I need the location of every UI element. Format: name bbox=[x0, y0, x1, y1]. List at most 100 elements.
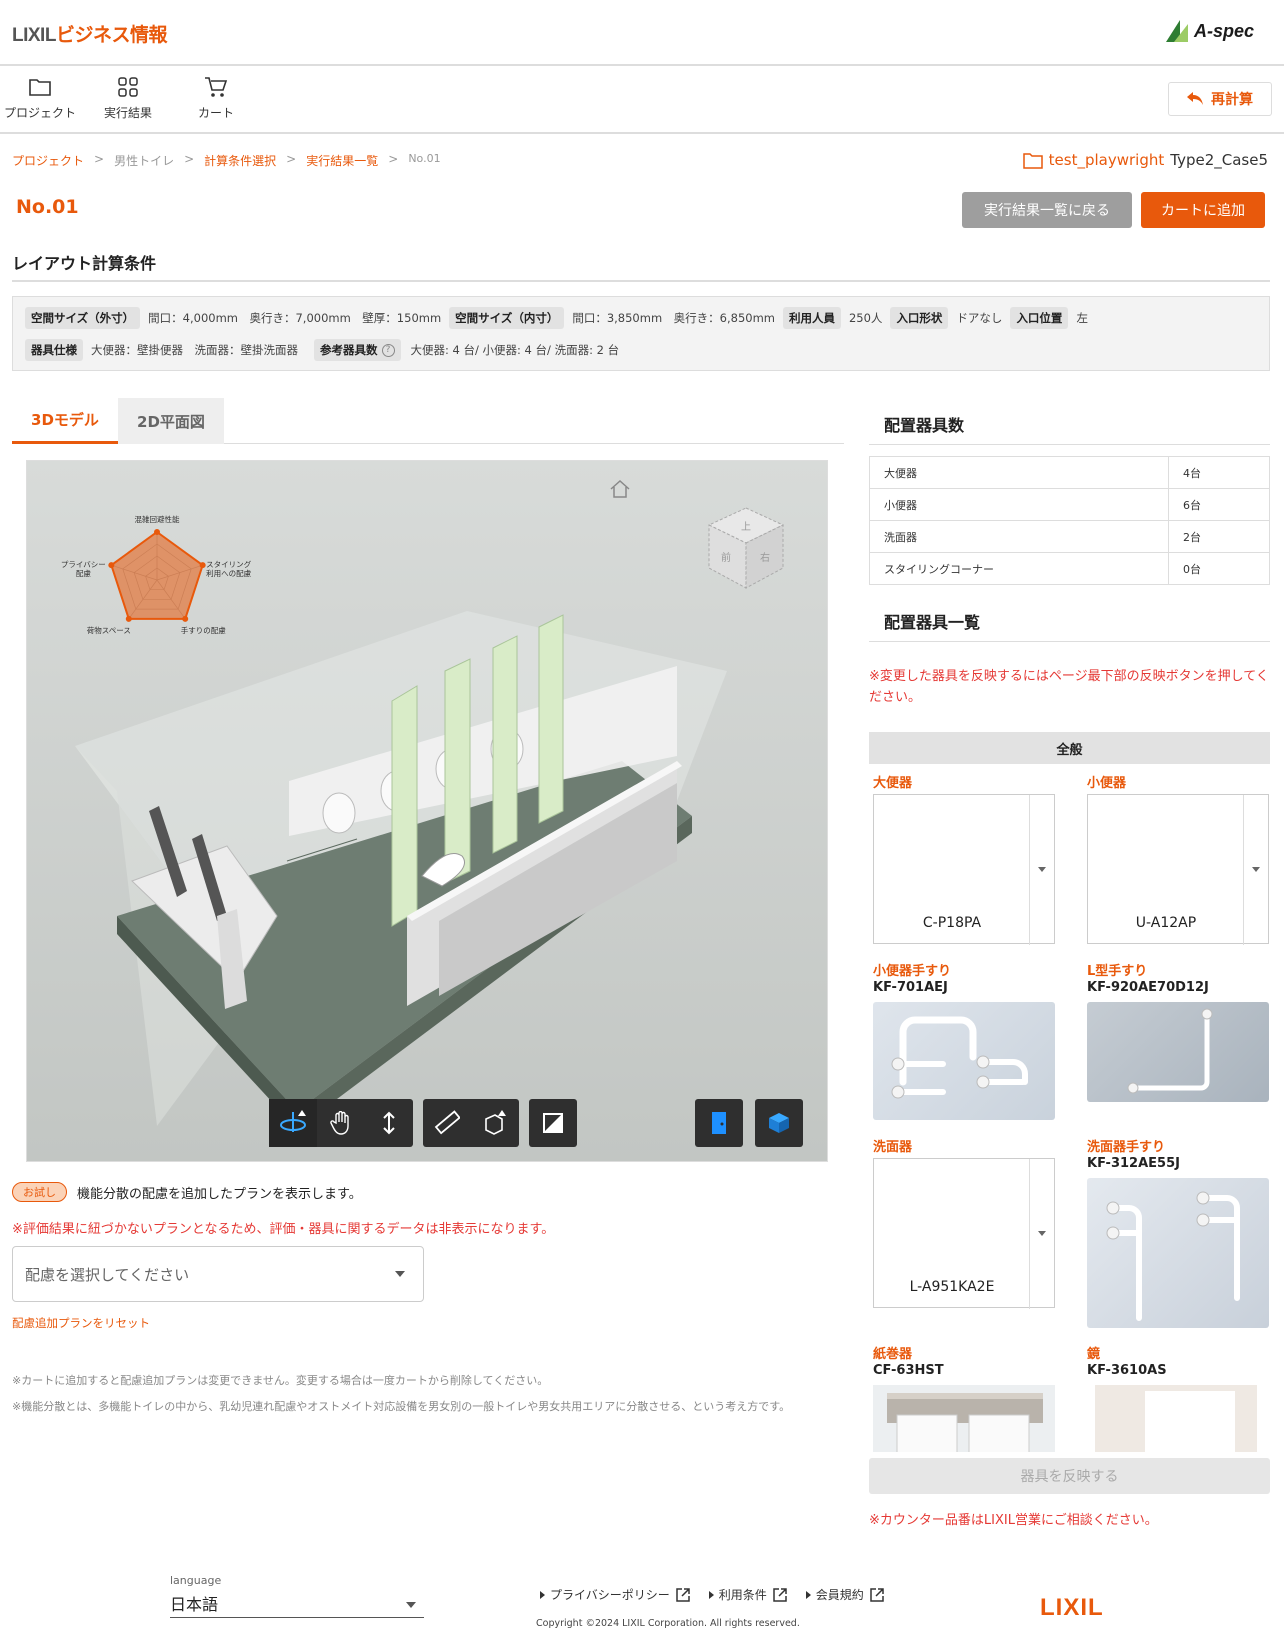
chevron-down-icon bbox=[395, 1271, 405, 1277]
counter-note: ※カウンター品番はLIXIL営業にご相談ください。 bbox=[869, 1513, 1158, 1528]
back-to-results-button[interactable]: 実行結果一覧に戻る bbox=[962, 192, 1132, 228]
help-icon[interactable]: ? bbox=[381, 343, 395, 357]
door-icon bbox=[712, 1112, 726, 1134]
toolbar-project-label: プロジェクト bbox=[4, 106, 77, 120]
table-row: 大便器 4台 bbox=[869, 456, 1270, 489]
radar-label: 混雑回避性能 bbox=[135, 514, 180, 524]
home-icon[interactable] bbox=[609, 479, 631, 499]
paper-holder-image[interactable] bbox=[873, 1385, 1055, 1452]
view-cube[interactable]: 上 前 右 bbox=[701, 503, 791, 593]
fixture-card-list[interactable]: 大便器 C-P18PA 小便器 U-A12AP 小便器手すり KF-701AEJ… bbox=[869, 770, 1270, 1452]
breadcrumb-project[interactable]: プロジェクト bbox=[12, 152, 84, 169]
fixture-count: 6台 bbox=[1168, 488, 1270, 521]
cube-face-right[interactable]: 右 bbox=[760, 551, 770, 564]
breadcrumb-sep: > bbox=[94, 152, 105, 166]
l-handrail-image[interactable] bbox=[1087, 1002, 1269, 1102]
language-selector[interactable]: language 日本語 bbox=[170, 1574, 424, 1618]
project-case: Type2_Case5 bbox=[1170, 151, 1268, 169]
brand-logo[interactable]: LIXILビジネス情報 bbox=[12, 20, 167, 47]
fixture-list-divider bbox=[869, 641, 1270, 642]
category-header: 全般 bbox=[869, 732, 1270, 764]
fullscreen-toolbar bbox=[529, 1099, 577, 1147]
tab-2d-plan[interactable]: 2D平面図 bbox=[118, 398, 224, 444]
orbit-button[interactable] bbox=[269, 1099, 317, 1147]
table-row: スタイリングコーナー 0台 bbox=[869, 552, 1270, 585]
fixture-count-divider bbox=[869, 444, 1270, 445]
urinal-partition bbox=[444, 658, 471, 884]
external-link-icon bbox=[773, 1587, 787, 1602]
trial-badge: お試し bbox=[12, 1182, 67, 1202]
pan-button[interactable] bbox=[317, 1099, 365, 1147]
ref-count-chip: 参考器具数 ? bbox=[314, 339, 401, 361]
ref-count-label: 参考器具数 bbox=[320, 343, 378, 357]
breadcrumb-conditions[interactable]: 計算条件選択 bbox=[204, 152, 276, 169]
terms-link[interactable]: 利用条件 bbox=[708, 1586, 788, 1603]
chevron-down-icon bbox=[1038, 1231, 1046, 1236]
users-chip: 利用人員 bbox=[782, 307, 841, 329]
urinal-select[interactable]: U-A12AP bbox=[1087, 794, 1269, 945]
footer-lixil-logo[interactable]: LIXIL bbox=[1040, 1594, 1104, 1622]
3d-viewer[interactable]: 混雑回避性能 スタイリング利用への配慮 手すりの配慮 荷物スペース プライバシー配慮 上… bbox=[26, 460, 828, 1162]
add-to-cart-button[interactable]: カートに追加 bbox=[1141, 192, 1265, 228]
fixture-name: 大便器 bbox=[869, 456, 1169, 489]
breadcrumb-sep: > bbox=[286, 152, 297, 166]
mirror-image[interactable] bbox=[1095, 1385, 1257, 1452]
fixture-label-l-handrail: L型手すり bbox=[1087, 964, 1148, 979]
urinal bbox=[322, 792, 356, 834]
cube-face-front[interactable]: 前 bbox=[721, 551, 731, 564]
fullscreen-button[interactable] bbox=[529, 1099, 577, 1147]
cube-face-top[interactable]: 上 bbox=[741, 521, 751, 533]
recalculate-button[interactable]: 再計算 bbox=[1168, 82, 1272, 116]
toolbar-results-button[interactable]: 実行結果 bbox=[96, 76, 160, 121]
grid-icon bbox=[118, 77, 138, 97]
trial-row: お試し 機能分散の配慮を追加したプランを表示します。 bbox=[12, 1182, 362, 1202]
basin-handrail-image[interactable] bbox=[1087, 1178, 1269, 1328]
fixture-label-basin: 洗面器 bbox=[873, 1140, 913, 1155]
fixture-label-mirror: 鏡 bbox=[1087, 1347, 1101, 1362]
caret-right-icon bbox=[805, 1590, 811, 1599]
radar-label: 荷物スペース bbox=[87, 625, 131, 635]
folder-icon bbox=[29, 79, 51, 96]
tab-3d-model[interactable]: 3Dモデル bbox=[12, 398, 118, 444]
outer-size-value: 間口：4,000mm 奥行き：7,000mm 壁厚：150mm bbox=[148, 311, 442, 325]
consideration-select[interactable]: 配慮を選択してください bbox=[12, 1246, 424, 1302]
toilet-value: C-P18PA bbox=[922, 915, 982, 931]
project-indicator: test_playwright Type2_Case5 bbox=[1022, 151, 1268, 169]
radar-label: 手すりの配慮 bbox=[181, 625, 226, 635]
radar-point bbox=[125, 615, 132, 622]
model-button[interactable] bbox=[755, 1099, 803, 1147]
breadcrumb-current: No.01 bbox=[408, 152, 441, 165]
recalculate-label: 再計算 bbox=[1211, 92, 1253, 108]
reset-plan-link[interactable]: 配慮追加プランをリセット bbox=[12, 1315, 150, 1331]
membership-terms-label: 会員規約 bbox=[815, 1588, 864, 1602]
toilet-select[interactable]: C-P18PA bbox=[873, 794, 1055, 945]
apply-fixtures-button[interactable]: 器具を反映する bbox=[869, 1458, 1270, 1494]
brand-business: ビジネス情報 bbox=[55, 24, 168, 46]
aspec-logo[interactable]: A-spec bbox=[1165, 20, 1254, 42]
membership-terms-link[interactable]: 会員規約 bbox=[805, 1586, 885, 1603]
urinal-handrail-image[interactable] bbox=[873, 1002, 1055, 1120]
privacy-policy-link[interactable]: プライバシーポリシー bbox=[540, 1586, 691, 1603]
fixture-count: 4台 bbox=[1168, 456, 1270, 489]
trial-text: 機能分散の配慮を追加したプランを表示します。 bbox=[77, 1186, 362, 1202]
fixture-label-basin-handrail: 洗面器手すり bbox=[1087, 1140, 1166, 1155]
section-button[interactable] bbox=[471, 1099, 519, 1147]
fixture-count: 0台 bbox=[1168, 552, 1270, 585]
radar-chart: 混雑回避性能スタイリング利用への配慮手すりの配慮 荷物スペース プライバシー配慮 bbox=[61, 514, 252, 635]
basin-select[interactable]: L-A951KA2E bbox=[873, 1158, 1055, 1309]
toolbar-cart-button[interactable]: カート bbox=[184, 76, 248, 121]
toolbar-project-button[interactable]: プロジェクト bbox=[4, 76, 76, 121]
door-button[interactable] bbox=[695, 1099, 743, 1147]
urinal-value: U-A12AP bbox=[1135, 915, 1197, 931]
cube-icon bbox=[769, 1113, 789, 1133]
fixture-name: 小便器 bbox=[869, 488, 1169, 521]
project-name: test_playwright bbox=[1048, 151, 1165, 169]
entrance-pos-chip: 入口位置 bbox=[1010, 307, 1069, 329]
toolbar-cart-label: カート bbox=[197, 106, 234, 120]
measure-button[interactable] bbox=[423, 1099, 471, 1147]
zoom-button[interactable] bbox=[365, 1099, 413, 1147]
breadcrumb-results[interactable]: 実行結果一覧 bbox=[306, 152, 378, 169]
table-row: 洗面器 2台 bbox=[869, 520, 1270, 553]
chevron-down-icon bbox=[1038, 867, 1046, 872]
radar-point bbox=[108, 562, 115, 569]
